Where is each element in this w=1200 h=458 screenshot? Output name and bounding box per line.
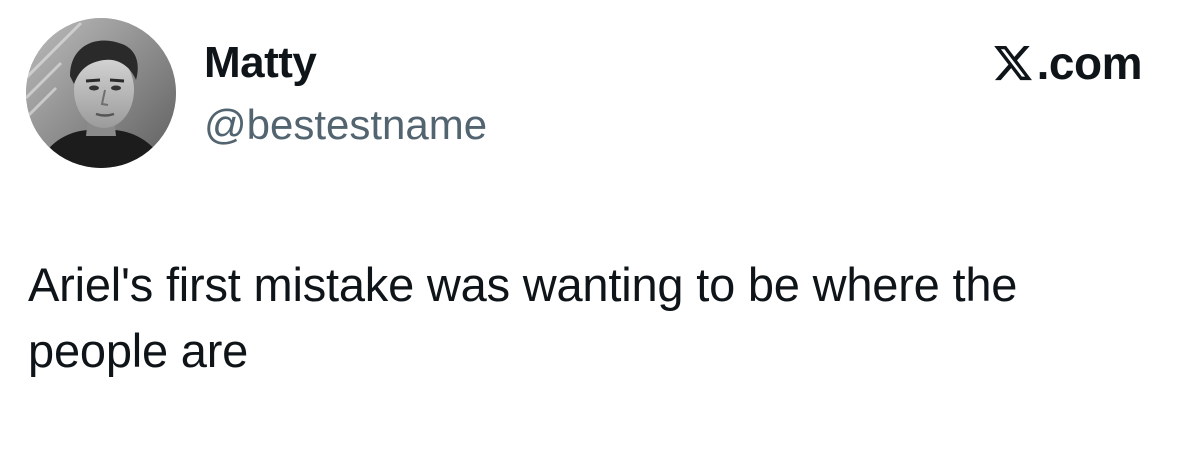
brand-domain-text: .com [1036, 37, 1143, 89]
avatar[interactable] [26, 18, 176, 168]
x-logo-icon [992, 42, 1034, 84]
display-name[interactable]: Matty [204, 38, 317, 88]
tweet-card: Matty @bestestname .com Ariel's first mi… [0, 0, 1200, 458]
user-handle[interactable]: @bestestname [204, 100, 487, 150]
brand-watermark: .com [992, 36, 1143, 90]
avatar-photo [26, 18, 176, 168]
tweet-text: Ariel's first mistake was wanting to be … [28, 258, 1018, 377]
